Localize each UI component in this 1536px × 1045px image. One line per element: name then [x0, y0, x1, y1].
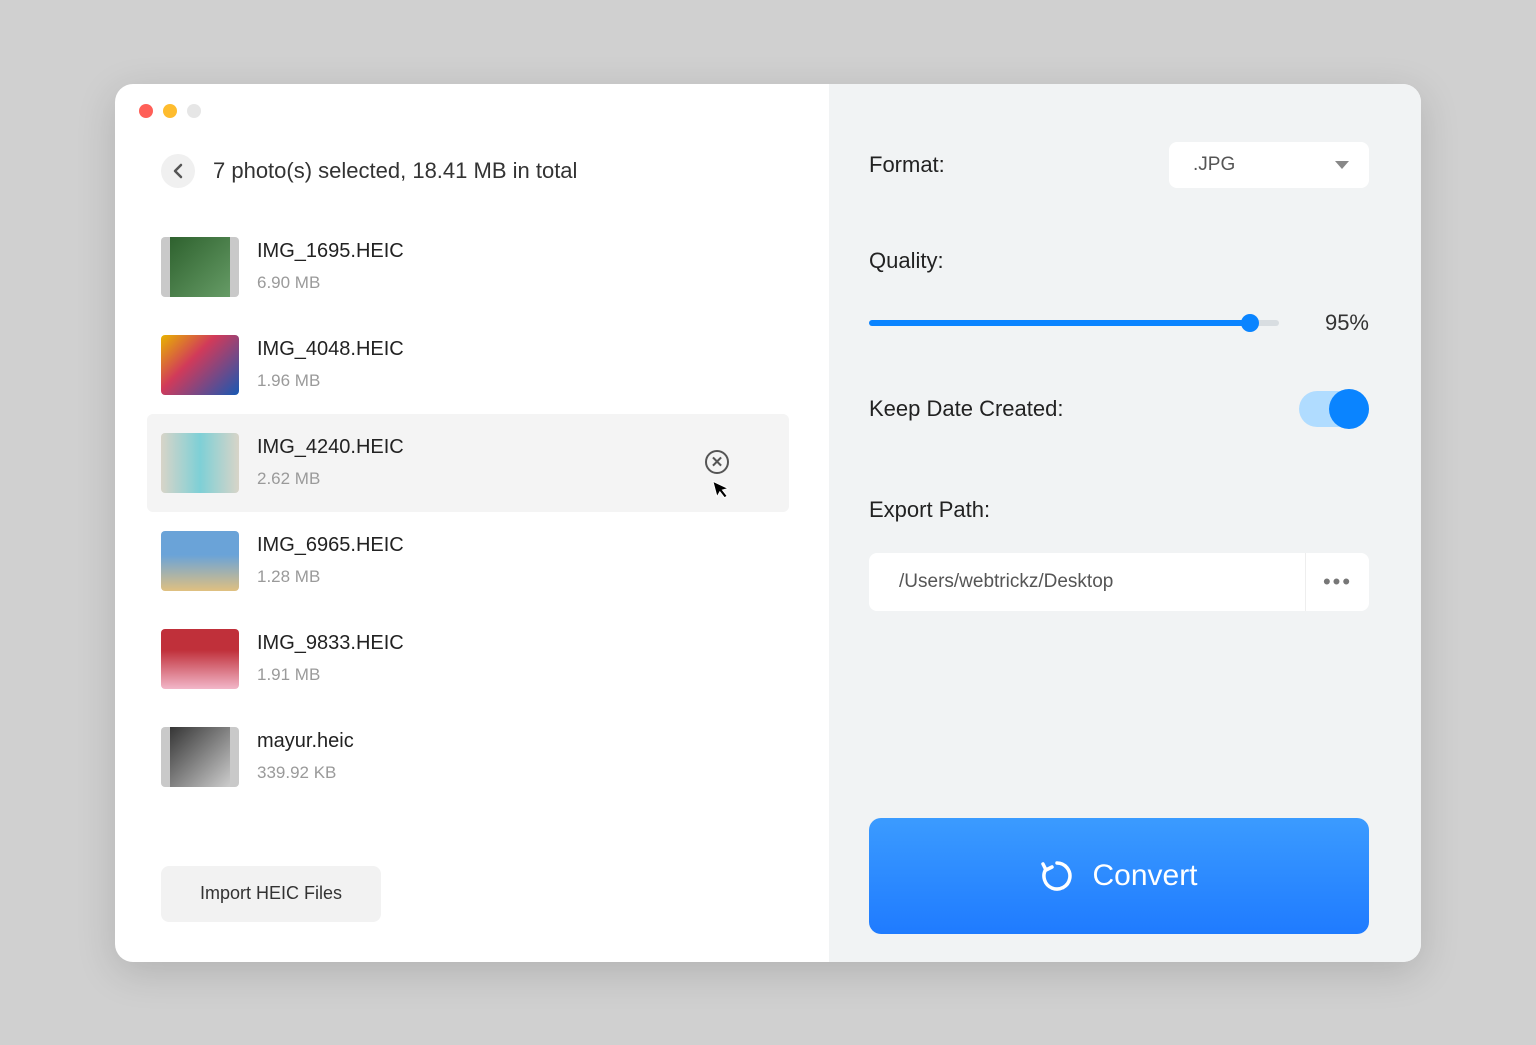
file-size: 6.90 MB: [257, 273, 404, 293]
selection-summary: 7 photo(s) selected, 18.41 MB in total: [213, 158, 577, 184]
cursor-icon: [712, 476, 735, 507]
quality-slider[interactable]: [869, 320, 1279, 326]
ellipsis-icon: •••: [1323, 569, 1352, 595]
refresh-icon: [1040, 859, 1074, 893]
file-row[interactable]: IMG_9833.HEIC 1.91 MB: [147, 610, 789, 708]
file-thumbnail: [161, 335, 239, 395]
file-thumbnail: [161, 237, 239, 297]
keep-date-row: Keep Date Created:: [869, 391, 1369, 427]
window-zoom-button[interactable]: [187, 104, 201, 118]
file-name: IMG_4048.HEIC: [257, 338, 404, 361]
file-size: 339.92 KB: [257, 763, 354, 783]
file-name: IMG_1695.HEIC: [257, 240, 404, 263]
file-thumbnail: [161, 433, 239, 493]
import-heic-button[interactable]: Import HEIC Files: [161, 866, 381, 922]
quality-slider-thumb[interactable]: [1241, 314, 1259, 332]
window-close-button[interactable]: [139, 104, 153, 118]
file-size: 1.28 MB: [257, 567, 404, 587]
file-name: IMG_6965.HEIC: [257, 534, 404, 557]
window-minimize-button[interactable]: [163, 104, 177, 118]
close-icon: ✕: [711, 453, 724, 471]
header: 7 photo(s) selected, 18.41 MB in total: [161, 154, 789, 188]
window-traffic-lights: [139, 104, 201, 118]
file-info: IMG_4240.HEIC 2.62 MB: [257, 436, 404, 489]
file-row[interactable]: IMG_6965.HEIC 1.28 MB: [147, 512, 789, 610]
file-thumbnail: [161, 531, 239, 591]
file-row[interactable]: IMG_1695.HEIC 6.90 MB: [147, 218, 789, 316]
quality-row: Quality: 95%: [869, 248, 1369, 336]
keep-date-toggle[interactable]: [1299, 391, 1369, 427]
app-window: 7 photo(s) selected, 18.41 MB in total I…: [115, 84, 1421, 962]
file-row[interactable]: mayur.heic 339.92 KB: [147, 708, 789, 806]
export-path-row: Export Path: /Users/webtrickz/Desktop ••…: [869, 497, 1369, 611]
export-path-label: Export Path:: [869, 497, 1369, 523]
format-row: Format: .JPG: [869, 142, 1369, 188]
export-path-container: /Users/webtrickz/Desktop •••: [869, 553, 1369, 611]
quality-slider-fill: [869, 320, 1250, 326]
file-info: mayur.heic 339.92 KB: [257, 730, 354, 783]
file-name: mayur.heic: [257, 730, 354, 753]
format-dropdown[interactable]: .JPG: [1169, 142, 1369, 188]
back-button[interactable]: [161, 154, 195, 188]
convert-button[interactable]: Convert: [869, 818, 1369, 934]
file-thumbnail: [161, 727, 239, 787]
file-name: IMG_4240.HEIC: [257, 436, 404, 459]
toggle-knob: [1329, 389, 1369, 429]
browse-path-button[interactable]: •••: [1305, 553, 1369, 611]
file-info: IMG_4048.HEIC 1.96 MB: [257, 338, 404, 391]
file-row[interactable]: IMG_4240.HEIC 2.62 MB ✕: [147, 414, 789, 512]
keep-date-label: Keep Date Created:: [869, 396, 1063, 422]
left-panel: 7 photo(s) selected, 18.41 MB in total I…: [115, 84, 829, 962]
file-info: IMG_6965.HEIC 1.28 MB: [257, 534, 404, 587]
file-name: IMG_9833.HEIC: [257, 632, 404, 655]
file-size: 1.96 MB: [257, 371, 404, 391]
file-size: 1.91 MB: [257, 665, 404, 685]
quality-slider-row: 95%: [869, 310, 1369, 336]
settings-panel: Format: .JPG Quality: 95% Keep Date Crea…: [829, 84, 1421, 962]
format-value: .JPG: [1193, 154, 1235, 176]
format-label: Format:: [869, 152, 945, 178]
file-list: IMG_1695.HEIC 6.90 MB IMG_4048.HEIC 1.96…: [147, 218, 789, 846]
export-path-input[interactable]: /Users/webtrickz/Desktop: [869, 553, 1305, 611]
remove-file-button[interactable]: ✕: [705, 450, 729, 474]
file-info: IMG_9833.HEIC 1.91 MB: [257, 632, 404, 685]
chevron-down-icon: [1335, 161, 1349, 169]
import-heic-label: Import HEIC Files: [200, 883, 342, 904]
convert-label: Convert: [1092, 859, 1197, 893]
file-size: 2.62 MB: [257, 469, 404, 489]
quality-value: 95%: [1309, 310, 1369, 336]
file-row[interactable]: IMG_4048.HEIC 1.96 MB: [147, 316, 789, 414]
file-thumbnail: [161, 629, 239, 689]
quality-label: Quality:: [869, 248, 1369, 274]
chevron-left-icon: [172, 163, 184, 179]
file-info: IMG_1695.HEIC 6.90 MB: [257, 240, 404, 293]
